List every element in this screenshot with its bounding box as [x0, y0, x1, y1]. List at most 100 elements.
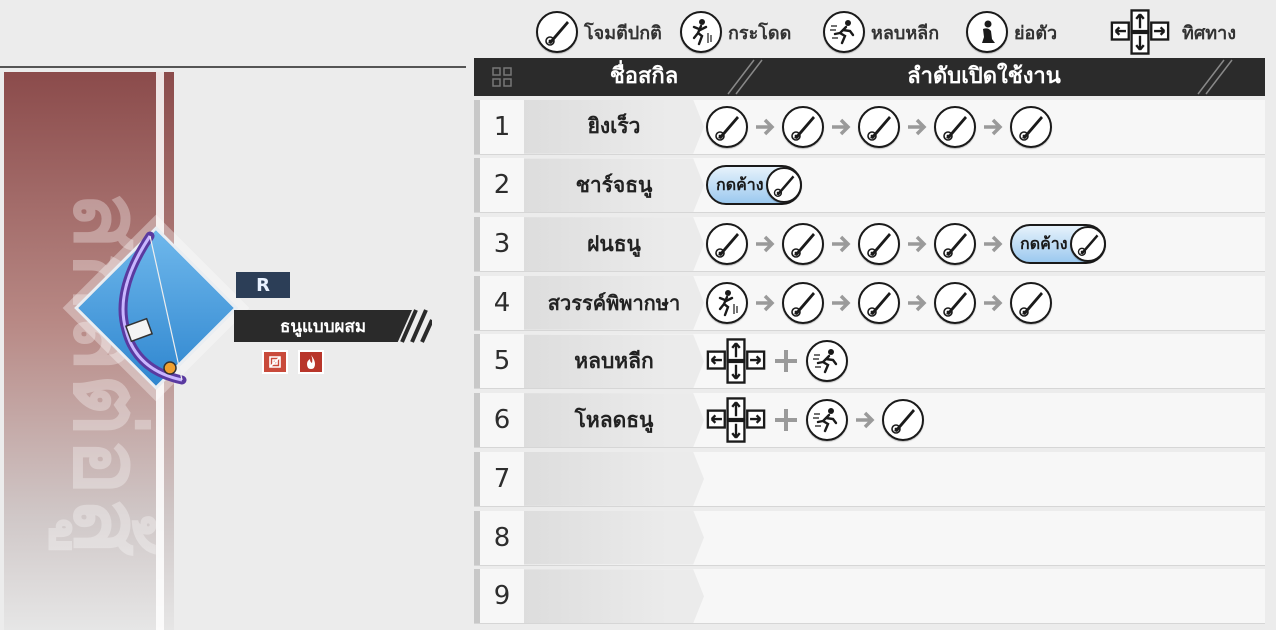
plus-icon	[770, 404, 802, 436]
controls-legend: โจมตีปกติ กระโดด หลบหลีก ย่อตัว ทิศทาง	[0, 0, 1276, 66]
normal-attack-icon	[1069, 226, 1106, 263]
arrow-right-icon	[980, 290, 1006, 316]
weapon-name: ธนูแบบผสม	[234, 310, 412, 342]
normal-attack-icon	[858, 223, 900, 266]
legend-dodge: หลบหลีก	[823, 11, 940, 53]
legend-direction: ทิศทาง	[1110, 9, 1237, 55]
skill-name: ชาร์จธนู	[524, 158, 704, 213]
skill-name	[524, 569, 704, 624]
row-number: 3	[474, 217, 524, 272]
header-activation-order: ลำดับเปิดใช้งาน	[907, 64, 1061, 89]
normal-attack-icon	[706, 223, 748, 266]
arrow-right-icon	[852, 407, 878, 433]
normal-attack-icon	[1010, 281, 1052, 324]
combo-table: ชื่อสกิล ลำดับเปิดใช้งาน 1 ยิงเร็ว 2 ชาร…	[474, 58, 1265, 625]
dodge-icon	[823, 11, 865, 53]
table-row: 4 สวรรค์พิพากษา	[474, 275, 1265, 331]
arrow-right-icon	[752, 231, 778, 257]
hold-attack-button: กดค้าง	[706, 165, 802, 206]
decorative-slashes	[400, 309, 432, 343]
arrow-right-icon	[980, 114, 1006, 140]
arrow-right-icon	[828, 231, 854, 257]
legend-jump: กระโดด	[680, 11, 792, 53]
skill-name	[524, 510, 704, 565]
table-header: ชื่อสกิล ลำดับเปิดใช้งาน	[474, 58, 1265, 96]
row-number: 7	[474, 451, 524, 506]
direction-keys-icon	[706, 397, 766, 443]
direction-keys-icon	[706, 338, 766, 385]
normal-attack-icon	[858, 105, 900, 148]
normal-attack-icon	[882, 399, 924, 442]
normal-attack-icon	[782, 105, 824, 148]
skill-name	[524, 451, 704, 506]
legend-label: ย่อตัว	[1014, 22, 1058, 44]
input-sequence: กดค้าง	[704, 158, 1265, 212]
legend-crouch: ย่อตัว	[966, 11, 1058, 53]
fire-attribute-icon	[298, 350, 324, 374]
legend-label: กระโดด	[728, 22, 792, 44]
hold-label: กดค้าง	[716, 174, 764, 194]
arrow-right-icon	[752, 290, 778, 316]
table-row: 2 ชาร์จธนู กดค้าง	[474, 158, 1265, 214]
normal-attack-icon	[934, 105, 976, 148]
jump-icon	[680, 11, 722, 53]
table-row: 6 โหลดธนู	[474, 393, 1265, 449]
normal-attack-icon	[782, 223, 824, 266]
arrow-right-icon	[828, 290, 854, 316]
hold-attack-button: กดค้าง	[1010, 224, 1106, 265]
compound-bow-icon	[118, 231, 187, 385]
row-number: 8	[474, 510, 524, 565]
row-number: 6	[474, 393, 524, 448]
physical-attribute-icon	[262, 350, 288, 374]
normal-attack-icon	[536, 11, 578, 53]
input-sequence	[704, 393, 1265, 447]
plus-icon	[770, 345, 802, 377]
arrow-right-icon	[752, 114, 778, 140]
table-row: 1 ยิงเร็ว	[474, 99, 1265, 155]
skill-name: ยิงเร็ว	[524, 99, 704, 154]
input-sequence	[704, 511, 1265, 565]
jump-icon	[706, 281, 748, 324]
arrow-right-icon	[828, 114, 854, 140]
rank-badge: R	[236, 272, 290, 298]
legend-label: ทิศทาง	[1182, 22, 1237, 44]
normal-attack-icon	[706, 105, 748, 148]
normal-attack-icon	[934, 223, 976, 266]
hold-label: กดค้าง	[1020, 233, 1068, 253]
direction-keys-icon	[1110, 9, 1170, 55]
arrow-right-icon	[980, 231, 1006, 257]
input-sequence	[704, 276, 1265, 330]
table-row: 5 หลบหลีก	[474, 334, 1265, 390]
skill-name: โหลดธนู	[524, 393, 704, 448]
legend-label: โจมตีปกติ	[584, 22, 662, 44]
header-skill-name: ชื่อสกิล	[609, 64, 679, 89]
attribute-icons	[262, 350, 324, 374]
header-divider	[1197, 59, 1233, 95]
input-sequence	[704, 452, 1265, 506]
skill-name: ฝนธนู	[524, 217, 704, 272]
input-sequence: กดค้าง	[704, 217, 1265, 271]
normal-attack-icon	[782, 281, 824, 324]
arrow-right-icon	[904, 114, 930, 140]
legend-label: หลบหลีก	[871, 22, 940, 44]
table-row: 3 ฝนธนู กดค้าง	[474, 217, 1265, 273]
grid-icon	[492, 67, 512, 87]
row-number: 2	[474, 158, 524, 213]
legend-normal-attack: โจมตีปกติ	[536, 11, 662, 53]
arrow-right-icon	[904, 290, 930, 316]
input-sequence	[704, 569, 1265, 623]
normal-attack-icon	[1010, 105, 1052, 148]
arrow-right-icon	[904, 231, 930, 257]
normal-attack-icon	[765, 167, 802, 204]
input-sequence	[704, 334, 1265, 388]
table-row: 8	[474, 510, 1265, 566]
crouch-icon	[966, 11, 1008, 53]
dodge-icon	[806, 399, 848, 442]
dodge-icon	[806, 340, 848, 383]
normal-attack-icon	[858, 281, 900, 324]
input-sequence	[704, 100, 1265, 154]
skill-name: หลบหลีก	[524, 334, 704, 389]
divider-line	[0, 66, 466, 68]
skill-name: สวรรค์พิพากษา	[524, 275, 704, 330]
table-row: 9	[474, 569, 1265, 625]
